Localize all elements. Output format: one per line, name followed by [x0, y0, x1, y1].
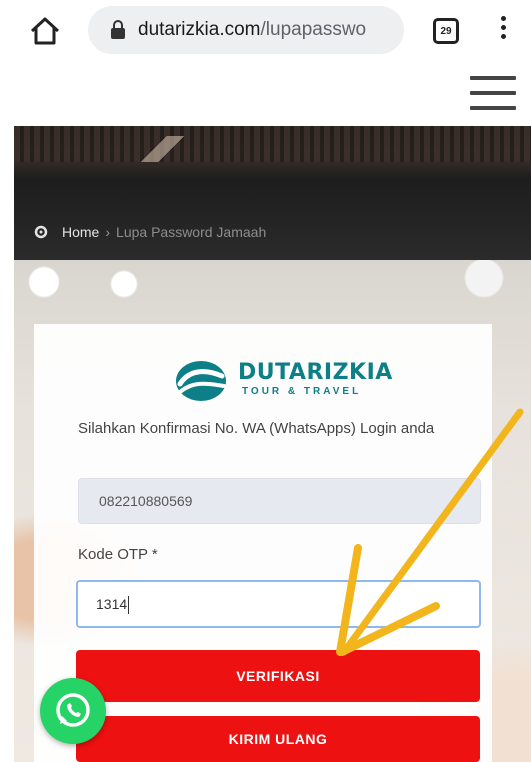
- otp-label: Kode OTP *: [78, 546, 158, 563]
- banner-pattern: [14, 126, 531, 162]
- whatsapp-number-field[interactable]: 082210880569: [78, 478, 481, 524]
- browser-toolbar: dutarizkia.com/lupapasswo 29: [0, 0, 531, 64]
- url-text: dutarizkia.com/lupapasswo: [138, 19, 366, 41]
- url-domain: dutarizkia.com: [138, 19, 261, 40]
- resend-button[interactable]: KIRIM ULANG: [76, 716, 480, 762]
- hamburger-menu-icon[interactable]: [470, 76, 516, 112]
- more-menu-icon[interactable]: [496, 16, 510, 46]
- site-header: [0, 64, 531, 126]
- whatsapp-icon: [56, 693, 90, 727]
- address-bar[interactable]: dutarizkia.com/lupapasswo: [88, 6, 404, 54]
- url-path: /lupapasswo: [260, 19, 367, 40]
- logo-tagline: TOUR & TRAVEL: [242, 386, 362, 397]
- lock-icon: [111, 20, 125, 39]
- instruction-text: Silahkan Konfirmasi No. WA (WhatsApps) L…: [78, 420, 435, 437]
- breadcrumb-home-link[interactable]: Home: [62, 224, 99, 240]
- logo-name: DUTARIZKIA: [238, 360, 393, 385]
- site-logo[interactable]: DUTARIZKIA TOUR & TRAVEL: [172, 358, 412, 404]
- logo-mark-icon: [176, 361, 226, 401]
- text-caret: [128, 596, 130, 615]
- tab-switcher-button[interactable]: 29: [433, 18, 459, 44]
- otp-input[interactable]: 1314: [76, 580, 481, 628]
- whatsapp-chat-button[interactable]: [40, 678, 106, 744]
- verify-button[interactable]: VERIFIKASI: [76, 650, 480, 702]
- home-icon[interactable]: [28, 14, 62, 48]
- page-banner: Home › Lupa Password Jamaah: [14, 126, 531, 260]
- otp-value: 1314: [96, 596, 128, 612]
- banner-roof-decoration: [114, 136, 264, 162]
- breadcrumb-current: Lupa Password Jamaah: [116, 224, 267, 240]
- gear-icon: [34, 225, 48, 239]
- breadcrumb: Home › Lupa Password Jamaah: [34, 222, 266, 242]
- breadcrumb-separator: ›: [105, 224, 111, 240]
